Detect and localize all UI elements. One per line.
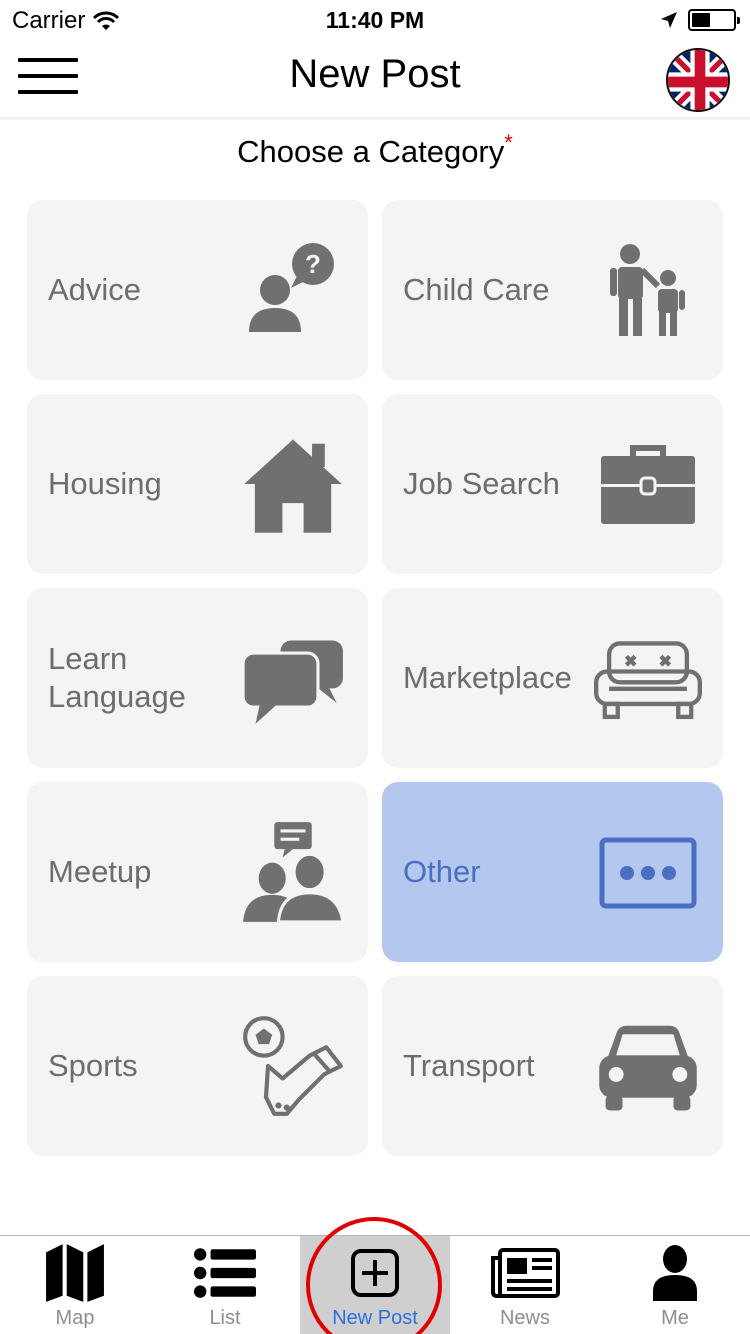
house-icon [238, 429, 348, 539]
advice-icon: ? [238, 235, 348, 345]
category-label: Child Care [403, 272, 550, 307]
tab-label: Map [55, 1307, 95, 1329]
tab-me[interactable]: Me [600, 1236, 750, 1334]
sofa-icon [593, 623, 703, 733]
category-label: Sports [48, 1048, 138, 1083]
category-grid: Advice ? Child Care Housing Job Search L… [27, 200, 723, 1156]
category-job-search[interactable]: Job Search [382, 394, 723, 574]
newspaper-icon [450, 1242, 600, 1304]
tab-label: List [209, 1307, 241, 1329]
navigation-bar: New Post [0, 40, 750, 120]
briefcase-icon [593, 429, 703, 539]
svg-text:?: ? [305, 249, 321, 279]
person-icon [600, 1242, 750, 1304]
page-title: New Post [289, 52, 461, 96]
category-marketplace[interactable]: Marketplace [382, 588, 723, 768]
category-label: Meetup [48, 854, 152, 889]
category-transport[interactable]: Transport [382, 976, 723, 1156]
tab-map[interactable]: Map [0, 1236, 150, 1334]
tab-label: News [499, 1307, 550, 1329]
tab-label: New Post [332, 1307, 418, 1329]
meetup-icon [238, 817, 348, 927]
clock: 11:40 PM [325, 7, 425, 33]
uk-flag-icon[interactable] [666, 48, 730, 112]
status-bar: Carrier 11:40 PM [0, 0, 750, 40]
category-label: Housing [48, 466, 162, 501]
more-icon [593, 817, 703, 927]
tab-news[interactable]: News [450, 1236, 600, 1334]
category-label: Marketplace [403, 660, 572, 695]
category-label: Learn Language [48, 641, 186, 714]
car-icon [593, 1011, 703, 1121]
category-child-care[interactable]: Child Care [382, 200, 723, 380]
category-learn-language[interactable]: Learn Language [27, 588, 368, 768]
map-icon [0, 1242, 150, 1304]
location-arrow-icon [661, 12, 677, 28]
category-label: Other [403, 854, 481, 889]
chat-bubbles-icon [238, 623, 348, 733]
required-marker: * [504, 130, 513, 155]
status-indicators [660, 9, 740, 31]
category-heading: Choose a Category* [0, 130, 750, 170]
category-meetup[interactable]: Meetup [27, 782, 368, 962]
category-label: Job Search [403, 466, 560, 501]
sports-icon [238, 1011, 348, 1121]
category-label: Transport [403, 1048, 535, 1083]
tab-label: Me [661, 1307, 689, 1329]
category-sports[interactable]: Sports [27, 976, 368, 1156]
category-heading-text: Choose a Category [237, 134, 505, 169]
add-post-icon [300, 1242, 450, 1304]
tab-list[interactable]: List [150, 1236, 300, 1334]
category-label: Advice [48, 272, 142, 307]
tab-bar: Map List New Post News Me [0, 1217, 750, 1334]
category-advice[interactable]: Advice ? [27, 200, 368, 380]
child-care-icon [593, 235, 703, 345]
battery-icon [688, 9, 740, 31]
tab-new-post[interactable]: New Post [300, 1217, 450, 1334]
list-icon [150, 1242, 300, 1304]
category-other[interactable]: Other [382, 782, 723, 962]
category-housing[interactable]: Housing [27, 394, 368, 574]
